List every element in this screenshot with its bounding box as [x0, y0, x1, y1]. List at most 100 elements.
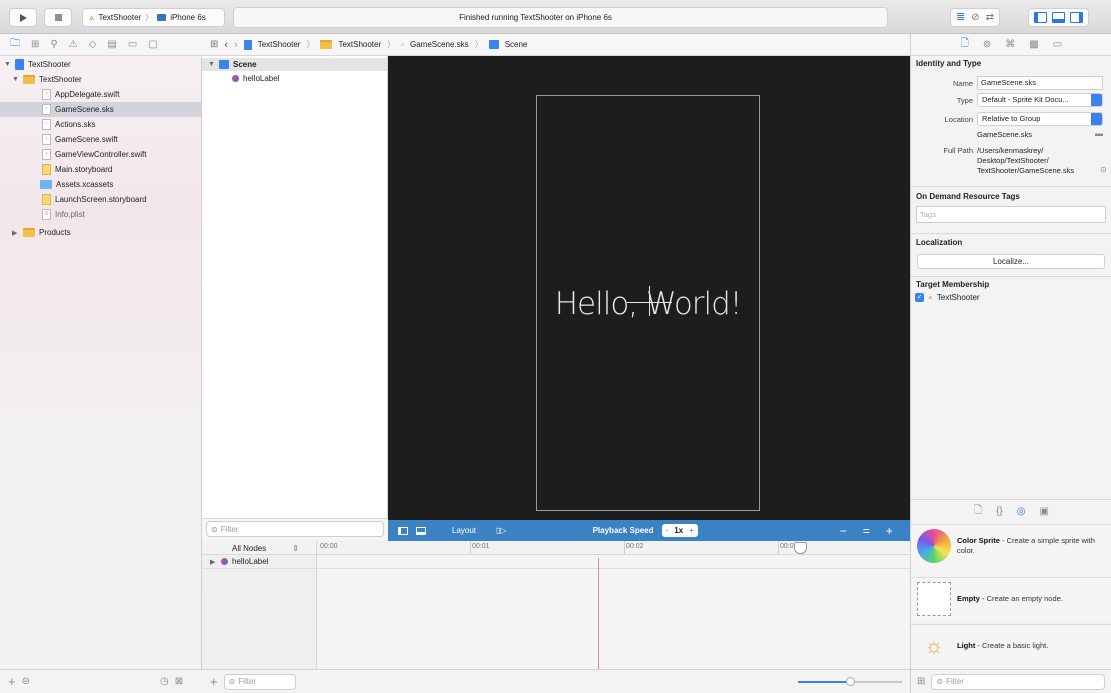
- chevron-updown-icon: [1091, 113, 1102, 125]
- light-icon: ☼: [923, 633, 945, 658]
- timeline-row[interactable]: ▶ helloLabel: [202, 555, 910, 569]
- increase-icon[interactable]: +: [689, 526, 694, 535]
- zoom-in-icon[interactable]: +: [886, 524, 893, 538]
- playback-speed-stepper[interactable]: - 1x +: [661, 524, 698, 537]
- nav-item-file-selected[interactable]: ◦ GameScene.sks: [0, 102, 201, 117]
- run-button[interactable]: [9, 8, 37, 27]
- hello-label-node[interactable]: Hello, World!: [537, 286, 759, 322]
- nav-item-file[interactable]: › AppDelegate.swift: [0, 87, 201, 102]
- version-editor-icon[interactable]: ⇄: [986, 12, 994, 23]
- playhead-handle[interactable]: [794, 542, 807, 554]
- outline-item-scene[interactable]: ▼ Scene: [202, 58, 387, 71]
- show-timeline-icon[interactable]: [416, 526, 426, 535]
- nav-item-group[interactable]: ▼ TextShooter: [0, 72, 201, 87]
- library-item-empty[interactable]: Empty - Create an empty node.: [911, 577, 1111, 620]
- library-filter-input[interactable]: ⊜ Filter: [931, 673, 1106, 690]
- disclosure-triangle-icon[interactable]: ▶: [12, 229, 19, 237]
- nav-item-group[interactable]: ▶ Products: [0, 225, 201, 240]
- disclosure-triangle-icon[interactable]: ▶: [210, 558, 217, 566]
- equal-zoom-icon[interactable]: =: [863, 524, 870, 538]
- related-items-icon[interactable]: ⊞: [210, 39, 218, 50]
- type-popup[interactable]: Default - Sprite Kit Docu...: [977, 93, 1103, 107]
- scene-editor-canvas[interactable]: Hello, World!: [388, 56, 910, 520]
- toggle-debug-icon[interactable]: [1052, 12, 1065, 23]
- zoom-out-icon[interactable]: −: [840, 524, 847, 538]
- attributes-inspector-icon[interactable]: ⌘: [1005, 39, 1015, 50]
- recent-files-icon[interactable]: ◷: [160, 676, 169, 687]
- project-navigator: ▼ TextShooter ▼ TextShooter › AppDelegat…: [0, 56, 202, 669]
- target-membership-row[interactable]: ✓ ⟑ TextShooter: [915, 292, 980, 302]
- show-outline-icon[interactable]: [398, 526, 408, 535]
- localize-button[interactable]: Localize...: [917, 254, 1105, 269]
- add-icon[interactable]: +: [210, 674, 218, 689]
- nav-item-file[interactable]: Main.storyboard: [0, 162, 201, 177]
- outline-item-hellolabel[interactable]: helloLabel: [202, 72, 387, 85]
- decrease-icon[interactable]: -: [666, 526, 669, 535]
- timeline-filter-input[interactable]: ⊜ Filter: [223, 673, 296, 690]
- reveal-arrow-icon[interactable]: ⊙: [1100, 165, 1107, 174]
- node-filter-selector[interactable]: All Nodes ⇕: [202, 541, 317, 555]
- toggle-navigator-icon[interactable]: [1034, 12, 1047, 23]
- outline-filter-input[interactable]: ⊜ Filter: [206, 521, 384, 537]
- standard-editor-icon[interactable]: ≣: [956, 12, 965, 23]
- scheme-selector[interactable]: ⟑ TextShooter 〉 iPhone 6s: [82, 8, 225, 27]
- location-popup[interactable]: Relative to Group: [977, 112, 1103, 126]
- filter-placeholder: Filter: [238, 677, 257, 686]
- media-library-icon[interactable]: ▣: [1040, 506, 1049, 517]
- disclosure-triangle-icon[interactable]: ▼: [12, 76, 19, 83]
- symbol-navigator-icon[interactable]: ⊞: [31, 39, 39, 50]
- nav-item-file[interactable]: Assets.xcassets: [0, 177, 201, 192]
- layout-button[interactable]: Layout: [452, 526, 476, 535]
- back-icon[interactable]: ‹: [224, 39, 228, 51]
- breadcrumb-scene[interactable]: Scene: [505, 40, 528, 49]
- filter-icon[interactable]: ⊜: [22, 676, 30, 687]
- add-icon[interactable]: +: [8, 674, 16, 689]
- object-library-icon[interactable]: ◎: [1017, 506, 1026, 517]
- action-timeline: ▶ helloLabel: [202, 555, 910, 669]
- nav-item-project[interactable]: ▼ TextShooter: [0, 57, 201, 72]
- node-inspector-icon[interactable]: ▭: [1053, 39, 1062, 50]
- breakpoint-navigator-icon[interactable]: ▭: [128, 39, 137, 50]
- nav-item-file[interactable]: › GameScene.swift: [0, 132, 201, 147]
- breadcrumb-group[interactable]: TextShooter: [338, 40, 381, 49]
- zoom-slider[interactable]: [798, 677, 902, 686]
- file-template-icon[interactable]: 🗋: [974, 503, 982, 520]
- forward-icon[interactable]: ›: [234, 39, 238, 51]
- library-item-light[interactable]: ☼ Light - Create a basic light.: [911, 624, 1111, 667]
- zoom-slider-knob[interactable]: [846, 677, 855, 686]
- toggle-utilities-icon[interactable]: [1070, 12, 1083, 23]
- assistant-editor-icon[interactable]: ⊘: [971, 12, 979, 23]
- animate-icon[interactable]: ▯▷: [496, 526, 507, 535]
- project-navigator-icon[interactable]: 🗀: [10, 36, 20, 53]
- disclosure-triangle-icon[interactable]: ▼: [4, 61, 11, 68]
- nav-item-file[interactable]: ◦ Actions.sks: [0, 117, 201, 132]
- scheme-project-label: TextShooter: [98, 13, 142, 22]
- code-snippet-icon[interactable]: {}: [996, 506, 1003, 517]
- issue-navigator-icon[interactable]: ⚠: [69, 39, 78, 50]
- report-navigator-icon[interactable]: ▢: [148, 39, 157, 50]
- folder-reveal-icon[interactable]: ▬: [1095, 129, 1103, 138]
- breadcrumb-file[interactable]: GameScene.sks: [410, 40, 469, 49]
- nav-item-file[interactable]: ≡ Info.plist: [0, 207, 201, 222]
- test-navigator-icon[interactable]: ◇: [89, 39, 97, 50]
- tags-field[interactable]: Tags: [916, 206, 1106, 223]
- debug-navigator-icon[interactable]: ▤: [107, 39, 116, 50]
- grid-view-icon[interactable]: ⊞: [917, 676, 925, 687]
- label-node-icon: [232, 75, 239, 82]
- nav-item-file[interactable]: › GameViewController.swift: [0, 147, 201, 162]
- disclosure-triangle-icon[interactable]: ▼: [208, 61, 215, 68]
- swift-file-icon: ›: [42, 134, 51, 145]
- library-item-color-sprite[interactable]: Color Sprite - Create a simple sprite wi…: [911, 524, 1111, 567]
- quick-help-icon[interactable]: ⊚: [983, 39, 991, 50]
- checkbox-checked-icon[interactable]: ✓: [915, 292, 924, 302]
- storyboard-file-icon: [42, 164, 51, 175]
- scm-filter-icon[interactable]: ⊠: [175, 676, 183, 687]
- nav-item-file[interactable]: LaunchScreen.storyboard: [0, 192, 201, 207]
- file-inspector-icon[interactable]: 🗋: [961, 36, 969, 53]
- name-field[interactable]: GameScene.sks: [977, 76, 1103, 90]
- stop-button[interactable]: [44, 8, 72, 27]
- fullpath-label: Full Path: [943, 146, 973, 155]
- find-navigator-icon[interactable]: ⚲: [50, 39, 57, 50]
- size-inspector-icon[interactable]: ▩: [1029, 39, 1038, 50]
- breadcrumb-project[interactable]: TextShooter: [258, 40, 301, 49]
